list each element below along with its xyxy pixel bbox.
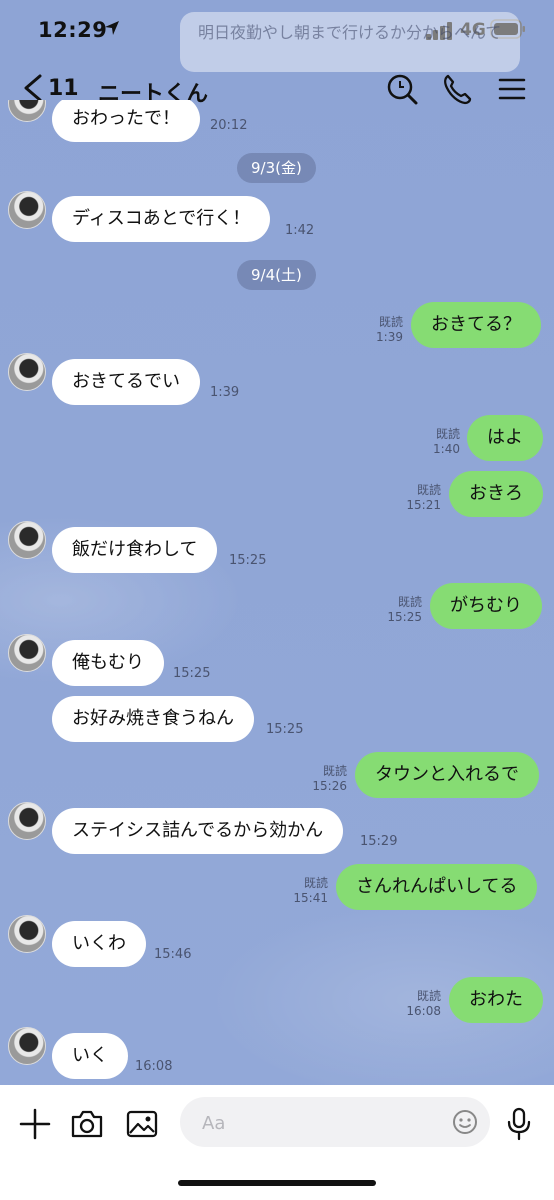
- message-input[interactable]: [200, 1097, 444, 1149]
- message-time: 15:46: [154, 947, 192, 962]
- incoming-message[interactable]: いくわ: [52, 921, 146, 967]
- location-arrow-icon: [105, 21, 119, 35]
- outgoing-message[interactable]: おきてる？: [411, 302, 541, 348]
- incoming-message[interactable]: おきてるでい: [52, 359, 200, 405]
- outgoing-message[interactable]: はよ: [467, 415, 543, 461]
- message-time: 15:25: [173, 666, 211, 681]
- avatar[interactable]: [8, 915, 46, 953]
- camera-icon[interactable]: [68, 1105, 106, 1143]
- read-receipt: 既読: [416, 483, 441, 497]
- avatar[interactable]: [8, 100, 46, 122]
- plus-icon[interactable]: [16, 1105, 54, 1143]
- incoming-message[interactable]: いく: [52, 1033, 128, 1079]
- incoming-message[interactable]: お好み焼き食うねん: [52, 696, 254, 742]
- message-time: 15:29: [360, 834, 398, 849]
- incoming-message[interactable]: ディスコあとで行く！: [52, 196, 271, 242]
- message-time: 1:42: [285, 223, 315, 238]
- message-time: 15:25: [229, 553, 267, 568]
- avatar[interactable]: [8, 802, 46, 840]
- avatar[interactable]: [8, 521, 46, 559]
- message-time: 1:40: [433, 442, 460, 456]
- avatar[interactable]: [8, 353, 46, 391]
- emoji-icon[interactable]: [452, 1109, 478, 1135]
- date-separator: 9/4(土): [237, 260, 316, 290]
- message-time: 16:08: [135, 1059, 173, 1074]
- message-time: 15:25: [387, 610, 422, 624]
- read-receipt: 既読: [435, 427, 460, 441]
- read-receipt: 既読: [303, 876, 328, 890]
- message-text-field[interactable]: [180, 1097, 490, 1149]
- avatar[interactable]: [8, 191, 46, 229]
- incoming-message[interactable]: 飯だけ食わして: [52, 527, 218, 573]
- unread-count[interactable]: 11: [48, 76, 79, 101]
- outgoing-message[interactable]: タウンと入れるで: [355, 752, 539, 798]
- message-list[interactable]: おわったで！ 20:12 9/3(金) ディスコあとで行く！ 1:42 9/4(…: [0, 100, 554, 1085]
- outgoing-message[interactable]: がちむり: [430, 583, 542, 629]
- incoming-message[interactable]: おわったで！: [52, 100, 200, 142]
- home-indicator[interactable]: [178, 1180, 376, 1186]
- image-icon[interactable]: [123, 1105, 161, 1143]
- avatar[interactable]: [8, 634, 46, 672]
- message-time: 20:12: [210, 118, 248, 133]
- read-receipt: 既読: [416, 989, 441, 1003]
- microphone-icon[interactable]: [500, 1105, 538, 1143]
- read-receipt: 既読: [322, 764, 347, 778]
- message-time: 16:08: [406, 1004, 441, 1018]
- outgoing-message[interactable]: おわた: [449, 977, 543, 1023]
- message-time: 1:39: [376, 330, 403, 344]
- status-time: 12:29: [38, 18, 108, 42]
- outgoing-message[interactable]: さんれんぱいしてる: [336, 864, 538, 910]
- incoming-message[interactable]: ステイシス詰んでるから効かん: [52, 808, 344, 854]
- read-receipt: 既読: [378, 315, 403, 329]
- read-receipt: 既読: [397, 595, 422, 609]
- message-time: 15:25: [266, 722, 304, 737]
- message-time: 1:39: [210, 385, 240, 400]
- outgoing-message[interactable]: おきろ: [449, 471, 543, 517]
- message-time: 15:41: [293, 891, 328, 905]
- incoming-message[interactable]: 俺もむり: [52, 640, 164, 686]
- message-time: 15:26: [312, 779, 347, 793]
- message-time: 15:21: [406, 498, 441, 512]
- date-separator: 9/3(金): [237, 153, 316, 183]
- avatar[interactable]: [8, 1027, 46, 1065]
